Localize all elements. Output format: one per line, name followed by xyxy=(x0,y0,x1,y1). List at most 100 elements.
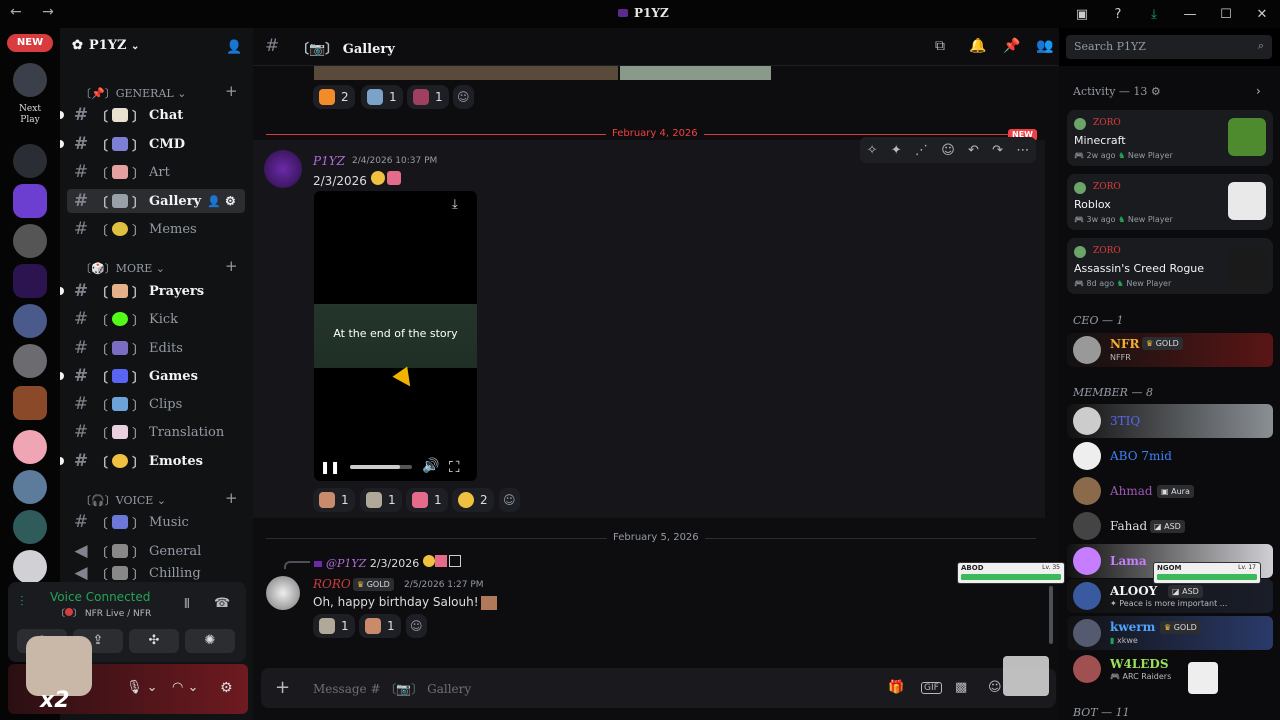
server-icon[interactable] xyxy=(13,304,47,338)
member-item[interactable] xyxy=(1067,404,1273,438)
history-nav[interactable]: ← → xyxy=(10,4,62,20)
reaction[interactable]: 1 xyxy=(407,85,449,109)
add-channel-icon[interactable]: + xyxy=(225,257,238,275)
channel-clips[interactable]: # 〔〕 Clips xyxy=(67,392,245,416)
gif-icon[interactable]: GIF xyxy=(921,682,942,694)
next-play-server[interactable]: Next Play xyxy=(10,104,50,136)
reaction-shortcut[interactable]: ✧ xyxy=(867,143,878,158)
channel-games[interactable]: # 〔〕 Games xyxy=(67,364,245,388)
forward-icon[interactable]: ↷ xyxy=(992,143,1003,158)
channel-memes[interactable]: # 〔〕 Memes xyxy=(67,217,245,241)
volume-icon[interactable]: 🔊 xyxy=(422,458,439,474)
channel-art[interactable]: # 〔〕 Art xyxy=(67,160,245,184)
download-icon[interactable]: ⤓ xyxy=(1136,7,1172,22)
channel-chilling[interactable]: ◀ 〔〕 Chilling xyxy=(67,566,245,580)
maximize-button[interactable]: ☐ xyxy=(1208,7,1244,22)
server-folder[interactable] xyxy=(13,386,47,420)
download-icon[interactable]: ⤓ xyxy=(452,197,458,212)
channel-kick[interactable]: # 〔〕 Kick xyxy=(67,307,245,331)
guild-tag[interactable]: ♛ GOLD xyxy=(353,578,394,591)
channel-general-voice[interactable]: ◀ 〔〕 General xyxy=(67,539,245,563)
disconnect-icon[interactable]: ☎ xyxy=(214,596,230,611)
channel-emotes[interactable]: # 〔〕 Emotes xyxy=(67,449,245,473)
minimize-button[interactable]: — xyxy=(1172,7,1208,22)
reaction-shortcut[interactable]: ✦ xyxy=(891,143,902,158)
add-reaction-button[interactable]: ☺ xyxy=(499,488,520,512)
server-icon[interactable] xyxy=(13,510,47,544)
add-reaction-icon[interactable]: ☺ xyxy=(941,143,955,158)
reaction[interactable]: 1 xyxy=(406,488,448,512)
channel-edits[interactable]: # 〔〕 Edits xyxy=(67,336,245,360)
image-attachment[interactable] xyxy=(314,66,618,80)
avatar[interactable] xyxy=(266,576,300,610)
message-author[interactable]: P1YZ xyxy=(313,154,345,168)
add-channel-icon[interactable]: + xyxy=(225,489,238,507)
reaction[interactable]: 1 xyxy=(313,488,355,512)
reply-preview[interactable]: @P1YZ 2/3/2026 xyxy=(314,555,461,570)
server-icon-p1yz[interactable] xyxy=(13,264,47,298)
avatar[interactable] xyxy=(264,150,302,188)
channel-music[interactable]: # 〔〕 Music xyxy=(67,510,245,534)
chevron-right-icon[interactable]: › xyxy=(1256,84,1261,98)
category-general[interactable]: 〔📌〕GENERAL ⌄ xyxy=(80,85,186,101)
reaction[interactable]: 2 xyxy=(313,85,355,109)
server-icon[interactable] xyxy=(13,550,47,584)
channel-translation[interactable]: # 〔〕 Translation xyxy=(67,420,245,444)
reply-icon[interactable]: ↶ xyxy=(968,143,979,158)
pause-icon[interactable]: ❚❚ xyxy=(320,460,340,474)
reaction-shortcut[interactable]: ⋰ xyxy=(915,143,928,158)
threads-icon[interactable]: ⧉ xyxy=(935,38,945,54)
add-channel-icon[interactable]: + xyxy=(225,82,238,100)
inbox-icon[interactable]: ▣ xyxy=(1064,7,1100,22)
server-icon[interactable] xyxy=(13,344,47,378)
soundboard-button[interactable]: ✺ xyxy=(185,629,235,653)
category-more[interactable]: 〔🎲〕MORE ⌄ xyxy=(80,260,165,276)
server-icon-gry[interactable] xyxy=(13,224,47,258)
gift-icon[interactable]: 🎁 xyxy=(888,680,904,695)
headset-icon[interactable]: ◠ ⌄ xyxy=(172,680,198,695)
close-button[interactable]: ✕ xyxy=(1244,7,1280,22)
server-header[interactable]: ✿ P1YZ ⌄ xyxy=(72,38,242,58)
signal-icon[interactable]: ⫶ xyxy=(20,594,24,610)
activities-button[interactable]: ✣ xyxy=(129,629,179,653)
channel-chat[interactable]: # 〔〕 Chat xyxy=(67,103,245,127)
reaction[interactable]: 1 xyxy=(361,85,403,109)
fullscreen-icon[interactable]: ⛶ xyxy=(449,458,460,476)
bell-icon[interactable]: 🔔 xyxy=(969,38,986,54)
server-icon-ak[interactable] xyxy=(13,63,47,97)
server-icon[interactable] xyxy=(13,430,47,464)
video-progress-bar[interactable] xyxy=(350,465,412,469)
gear-icon[interactable]: ⚙ xyxy=(225,194,236,208)
user-settings-icon[interactable]: ⚙ xyxy=(220,680,233,696)
server-icon[interactable] xyxy=(13,184,47,218)
reaction[interactable]: 1 xyxy=(313,614,355,638)
new-badge[interactable]: NEW xyxy=(7,34,53,52)
invite-icon[interactable]: 👤 xyxy=(207,195,221,208)
emoji-icon[interactable]: ☺ xyxy=(988,680,1002,695)
category-voice[interactable]: 〔🎧〕VOICE ⌄ xyxy=(80,492,166,508)
image-attachment[interactable] xyxy=(620,66,771,80)
add-reaction-button[interactable]: ☺ xyxy=(453,85,474,109)
scrollbar-thumb[interactable] xyxy=(1049,586,1053,644)
members-icon[interactable]: 👥 xyxy=(1036,38,1053,54)
server-icon[interactable] xyxy=(13,470,47,504)
reaction[interactable]: 1 xyxy=(359,614,401,638)
message-author[interactable]: RORO xyxy=(313,577,351,591)
help-icon[interactable]: ? xyxy=(1100,7,1136,22)
activity-header[interactable]: Activity — 13 ⚙ xyxy=(1073,85,1161,98)
channel-prayers[interactable]: # 〔〕 Prayers xyxy=(67,279,245,303)
attach-plus-icon[interactable]: + xyxy=(275,677,290,698)
channel-cmd[interactable]: # 〔〕 CMD xyxy=(67,132,245,156)
channel-gallery[interactable]: # 〔〕 Gallery 👤 ⚙ xyxy=(67,189,245,213)
add-member-icon[interactable]: 👤 xyxy=(226,40,242,55)
search-input[interactable]: Search P1YZ ⌕ xyxy=(1066,35,1272,59)
server-icon[interactable] xyxy=(13,144,47,178)
voice-status[interactable]: Voice Connected xyxy=(50,590,150,604)
microphone-icon[interactable]: 🎙 ⌄ xyxy=(126,680,158,695)
reaction[interactable]: 2 xyxy=(452,488,494,512)
reaction[interactable]: 1 xyxy=(360,488,402,512)
noise-suppression-icon[interactable]: ⦀ xyxy=(184,597,190,612)
pin-icon[interactable]: 📌 xyxy=(1003,38,1020,54)
sticker-icon[interactable]: ▩ xyxy=(955,680,967,695)
add-reaction-button[interactable]: ☺ xyxy=(406,614,427,638)
